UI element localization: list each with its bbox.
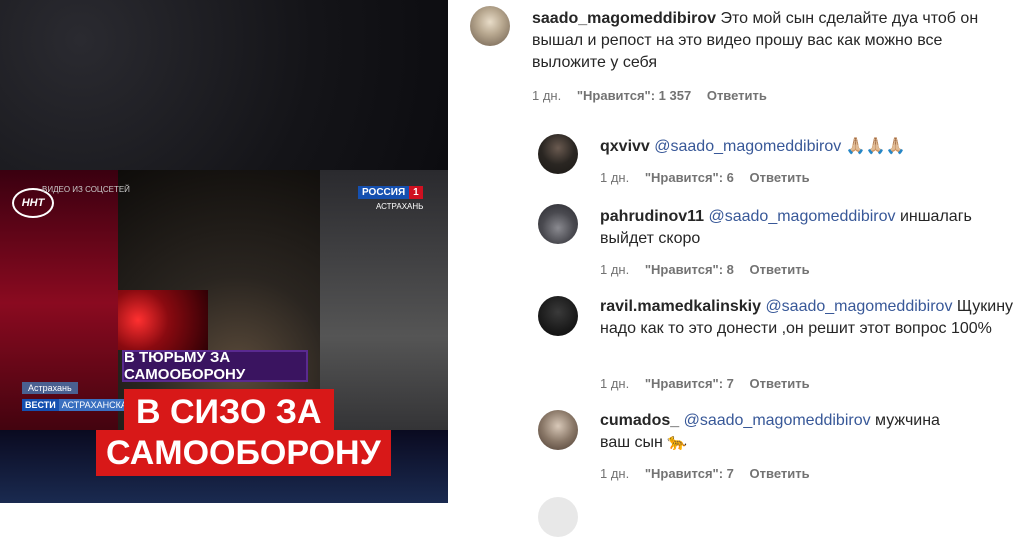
channel-city: АСТРАХАНЬ (376, 202, 424, 211)
comment-meta: 1 дн. "Нравится": 7 Ответить (600, 376, 822, 391)
video-frame[interactable]: ННТ ВИДЕО ИЗ СОЦСЕТЕЙ РОССИЯ 1 АСТРАХАНЬ … (0, 0, 448, 503)
comment-time[interactable]: 1 дн. (600, 376, 629, 391)
comment-text: 🙏🏼🙏🏼🙏🏼 (841, 138, 906, 155)
comment-likes[interactable]: "Нравится": 6 (645, 170, 734, 185)
caption-big-line1: В СИЗО ЗА (124, 389, 334, 435)
reply-button[interactable]: Ответить (750, 466, 810, 481)
comment-likes[interactable]: "Нравится": 7 (645, 466, 734, 481)
comment-username[interactable]: qxvivv (600, 138, 650, 155)
reply-button[interactable]: Ответить (707, 88, 767, 103)
comment-username[interactable]: ravil.mamedkalinskiy (600, 298, 761, 315)
comment-meta: 1 дн. "Нравится": 7 Ответить (600, 466, 822, 481)
comment-likes[interactable]: "Нравится": 7 (645, 376, 734, 391)
video-background (0, 0, 448, 170)
reply-button[interactable]: Ответить (750, 376, 810, 391)
avatar[interactable] (538, 204, 578, 244)
comment-username[interactable]: cumados_ (600, 412, 679, 429)
comment-meta: 1 дн. "Нравится": 1 357 Ответить (532, 88, 779, 103)
comment-mention[interactable]: @saado_magomeddibirov (654, 138, 841, 155)
comment-time[interactable]: 1 дн. (532, 88, 561, 103)
comment-username[interactable]: pahrudinov11 (600, 208, 704, 225)
avatar[interactable] (538, 296, 578, 336)
comment-likes[interactable]: "Нравится": 1 357 (577, 88, 691, 103)
avatar[interactable] (538, 410, 578, 450)
avatar[interactable] (538, 134, 578, 174)
comment-time[interactable]: 1 дн. (600, 466, 629, 481)
city-tag: Астрахань (22, 382, 78, 394)
comment-time[interactable]: 1 дн. (600, 170, 629, 185)
comment-meta: 1 дн. "Нравится": 6 Ответить (600, 170, 822, 185)
reply-button[interactable]: Ответить (750, 262, 810, 277)
channel-number: 1 (409, 186, 423, 199)
comment-time[interactable]: 1 дн. (600, 262, 629, 277)
vesti-label: ВЕСТИ (22, 399, 59, 411)
comment-username[interactable]: saado_magomeddibirov (532, 10, 716, 27)
comment-mention[interactable]: @saado_magomeddibirov (684, 412, 871, 429)
avatar[interactable] (538, 497, 578, 537)
comment-mention[interactable]: @saado_magomeddibirov (708, 208, 895, 225)
caption-big-line2: САМООБОРОНУ (96, 430, 391, 476)
comment-body: ravil.mamedkalinskiy @saado_magomeddibir… (600, 296, 1020, 340)
comment-body: qxvivv @saado_magomeddibirov 🙏🏼🙏🏼🙏🏼 (600, 136, 1020, 158)
comment-mention[interactable]: @saado_magomeddibirov (765, 298, 952, 315)
comment-body: pahrudinov11 @saado_magomeddibirov иншал… (600, 206, 1020, 250)
channel-name: РОССИЯ (358, 186, 410, 199)
comments-panel: saado_magomeddibirov Это мой сын сделайт… (470, 0, 1026, 537)
caption-small: В ТЮРЬМУ ЗА САМООБОРОНУ (122, 349, 308, 383)
rossiya-logo: РОССИЯ 1 АСТРАХАНЬ (358, 182, 423, 211)
video-car-lights (118, 290, 208, 350)
comment-body: cumados_ @saado_magomeddibirov мужчина в… (600, 410, 960, 454)
comment-body: saado_magomeddibirov Это мой сын сделайт… (532, 8, 1012, 74)
comment-likes[interactable]: "Нравится": 8 (645, 262, 734, 277)
comment-meta: 1 дн. "Нравится": 8 Ответить (600, 262, 822, 277)
avatar[interactable] (470, 6, 510, 46)
source-label: ВИДЕО ИЗ СОЦСЕТЕЙ (42, 185, 130, 194)
reply-button[interactable]: Ответить (750, 170, 810, 185)
